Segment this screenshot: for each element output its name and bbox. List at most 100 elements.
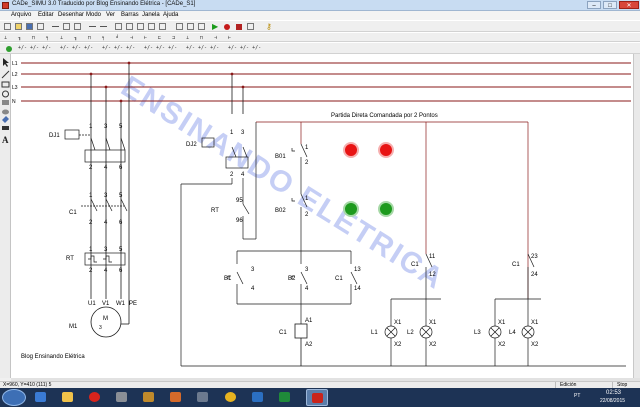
paint-icon[interactable] (165, 389, 187, 406)
contact-palette-3[interactable]: +/- +/- +/- (102, 45, 135, 53)
label-pin: 6 (119, 165, 123, 171)
label-pin: 23 (531, 254, 538, 260)
select-icon[interactable] (159, 23, 166, 30)
ie-icon[interactable] (30, 389, 52, 406)
start-buttons[interactable] (227, 250, 358, 324)
tools-icon[interactable] (192, 389, 214, 406)
label-pin: 2 (305, 160, 309, 166)
menu-modo[interactable]: Modo (86, 12, 101, 18)
signal-lamp-l2[interactable] (419, 325, 433, 339)
maximize-button[interactable]: □ (603, 1, 617, 9)
menu-barras[interactable]: Barras (121, 12, 139, 18)
open-icon[interactable] (15, 23, 22, 30)
label-l2: L2 (407, 330, 414, 336)
label-m1: M1 (69, 324, 78, 330)
zoom-fit-icon[interactable] (137, 23, 144, 30)
footer-blog-label: Blog Ensinando Elétrica (21, 354, 85, 360)
bus-label-l1: L1 (12, 61, 18, 67)
signal-lamp-l4[interactable] (521, 325, 535, 339)
simulate-play-icon[interactable]: ▶ (212, 22, 218, 31)
circle-icon[interactable] (2, 90, 9, 98)
opera-icon[interactable] (84, 389, 106, 406)
pointer-icon[interactable] (3, 58, 9, 67)
paint-bucket-icon[interactable] (2, 116, 9, 123)
contactor-c1-power[interactable] (81, 198, 128, 212)
excel-icon[interactable] (274, 389, 296, 406)
menu-janela[interactable]: Janela (142, 12, 160, 18)
menu-ajuda[interactable]: Ajuda (163, 12, 178, 18)
camera-icon[interactable] (111, 389, 133, 406)
line-icon[interactable] (1, 70, 10, 79)
app-icon (2, 2, 9, 9)
label-pin: 3 (104, 124, 108, 130)
fill-rect-icon[interactable] (2, 100, 9, 105)
label-u1: U1 (88, 301, 96, 307)
symbol-toolbar: ⊥ ╖ ⊓ ╕ ⊥ ╖ ⊓ ╕ ╛ ⊣ ⊢ ⊏ ⊐ ⊥ ⊓ ⊣ ⊢ (0, 32, 640, 42)
record-icon[interactable] (224, 24, 230, 30)
tray-clock[interactable]: 02:53 (606, 390, 621, 396)
undo-icon[interactable] (89, 23, 96, 27)
help-key-icon[interactable]: ⚷ (266, 22, 272, 31)
contact-palette-4[interactable]: +/- +/- +/- (144, 45, 177, 53)
lamp-green-1[interactable] (343, 201, 359, 217)
breaker-dj1[interactable] (64, 129, 126, 163)
label-pin: 12 (429, 272, 436, 278)
video-icon[interactable] (138, 389, 160, 406)
wire-icon[interactable] (187, 23, 194, 30)
label-c1-no: C1 (512, 262, 520, 268)
copy-icon[interactable] (63, 23, 70, 30)
signal-lamp-l3[interactable] (488, 325, 502, 339)
redo-icon[interactable] (100, 23, 107, 27)
zoom-out-icon[interactable] (126, 23, 133, 30)
green-dot-icon[interactable] (6, 46, 12, 52)
lamp-red-1[interactable] (343, 142, 359, 158)
contact-palette-6[interactable]: +/- +/- +/- (228, 45, 261, 53)
cut-icon[interactable] (52, 23, 59, 27)
signal-lamp-l1[interactable] (384, 325, 398, 339)
start-orb[interactable] (2, 389, 26, 406)
contacts-toolbar: +/- +/- +/- +/- +/- +/- +/- +/- +/- +/- … (0, 42, 640, 54)
contact-palette-5[interactable]: +/- +/- +/- (186, 45, 219, 53)
menu-ver[interactable]: Ver (106, 12, 115, 18)
new-icon[interactable] (4, 23, 11, 30)
print-icon[interactable] (37, 23, 44, 30)
label-pin: 6 (119, 220, 123, 226)
close-button[interactable]: ✕ (619, 1, 639, 9)
wps-icon[interactable] (247, 389, 269, 406)
cadesimu-icon[interactable] (306, 389, 328, 406)
menu-editar[interactable]: Editar (38, 12, 54, 18)
lamp-green-2[interactable] (378, 201, 394, 217)
vertical-scrollbar[interactable] (633, 54, 640, 378)
label-icon[interactable] (198, 23, 205, 30)
ellipse-fill-icon[interactable] (2, 109, 9, 115)
folder-icon[interactable] (57, 389, 79, 406)
text-icon[interactable]: A (2, 135, 9, 145)
label-pin: X2 (531, 342, 539, 348)
grid-icon[interactable] (148, 23, 155, 30)
label-w1: W1 (116, 301, 126, 307)
chrome-icon[interactable] (220, 389, 242, 406)
window-title: CADe_SIMU 3.0 Traducido por Blog Ensinan… (12, 1, 196, 7)
motor-label-m: M (103, 316, 108, 322)
drawing-tools-sidebar: A (0, 54, 11, 378)
rectangle-icon[interactable] (1, 81, 10, 88)
snap-icon[interactable] (176, 23, 183, 30)
drawing-canvas[interactable]: ENSINANDO ELÉTRICA L1 L2 L3 N DJ1 1 3 5 … (11, 54, 633, 378)
eraser-icon[interactable] (2, 126, 9, 130)
minimize-button[interactable]: – (587, 1, 601, 9)
lamp-red-2[interactable] (378, 142, 394, 158)
motor-m1[interactable] (90, 306, 129, 338)
contact-palette[interactable]: +/- +/- +/- (18, 45, 51, 53)
tray-language[interactable]: PT (574, 393, 580, 399)
tray-date[interactable]: 22/08/2015 (600, 398, 625, 404)
paste-icon[interactable] (74, 23, 81, 30)
zoom-in-icon[interactable] (115, 23, 122, 30)
save-icon[interactable] (26, 23, 33, 30)
motor-label-3: 3 (99, 325, 102, 331)
label-c1-coil: C1 (279, 330, 287, 336)
contact-palette-2[interactable]: +/- +/- +/- (60, 45, 93, 53)
menu-arquivo[interactable]: Arquivo (11, 12, 31, 18)
pause-icon[interactable] (247, 23, 254, 30)
menu-desenhar[interactable]: Desenhar (58, 12, 84, 18)
stop-icon[interactable] (236, 24, 242, 30)
